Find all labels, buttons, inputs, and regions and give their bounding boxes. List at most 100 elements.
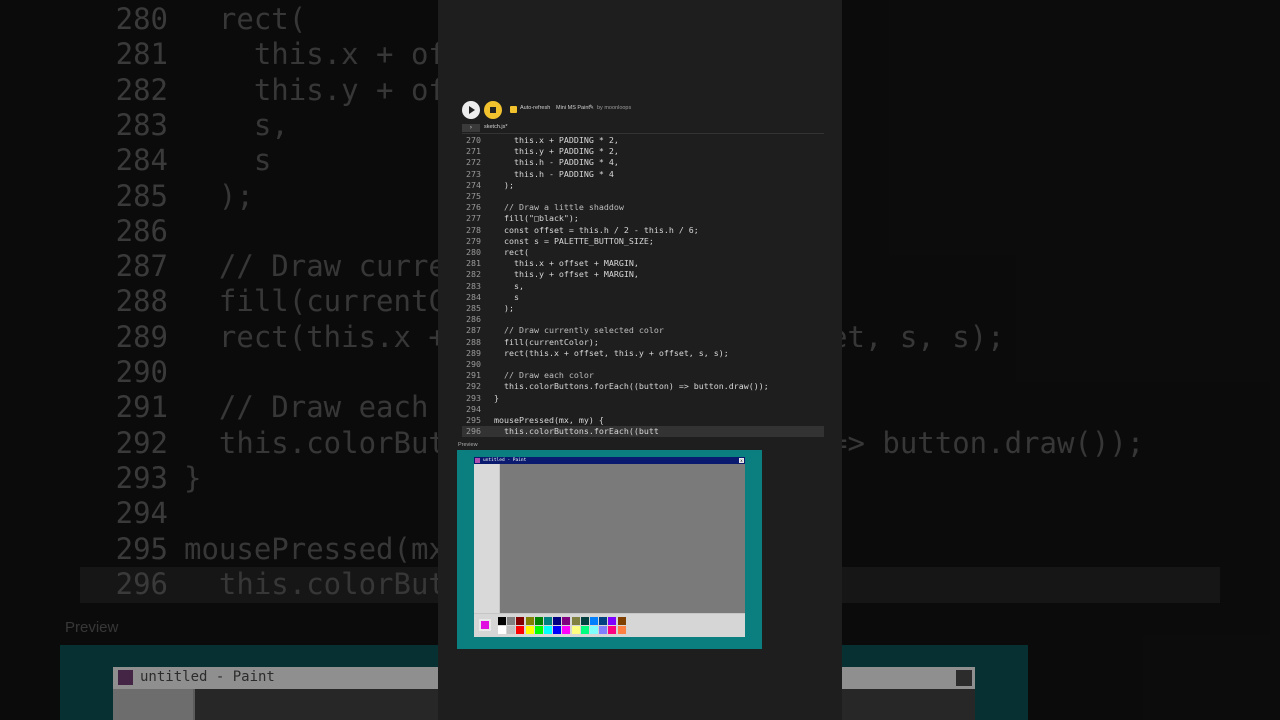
paint-tool-panel[interactable] [474,464,499,613]
paint-canvas[interactable] [500,464,745,613]
preview-canvas[interactable]: untitled - Paint x [457,450,762,649]
line-number: 286 [466,314,481,325]
code-line[interactable]: 270 this.x + PADDING * 2, [462,135,824,146]
line-number: 288 [466,336,481,347]
code-text: this.x + PADDING * 2, [494,135,619,145]
paint-titlebar: untitled - Paint x [474,457,745,464]
code-line[interactable]: 272 this.h - PADDING * 4, [462,157,824,168]
code-line[interactable]: 274 ); [462,180,824,191]
color-swatch[interactable] [599,626,608,634]
code-line[interactable]: 290 [462,359,824,370]
line-number: 280 [466,247,481,257]
line-number: 294 [466,403,481,414]
line-number: 274 [466,179,481,190]
code-text: ); [494,303,514,313]
code-line[interactable]: 281 this.x + offset + MARGIN, [462,258,824,269]
color-swatch[interactable] [534,617,543,625]
code-line[interactable]: 285 ); [462,303,824,314]
code-line[interactable]: 288 fill(currentColor); [462,337,824,348]
code-text: // Draw a little shaddow [494,202,624,213]
line-number: 289 [466,347,481,358]
code-line[interactable]: 293} [462,393,824,404]
code-text: this.colorButtons.forEach((button) => bu… [494,381,769,392]
paint-app-icon [475,458,480,463]
code-line[interactable]: 276 // Draw a little shaddow [462,202,824,213]
color-swatch[interactable] [498,617,506,625]
color-swatch[interactable] [553,626,562,634]
auto-refresh-label: Auto-refresh [520,105,551,111]
color-swatch[interactable] [534,626,543,634]
code-text: this.x + offset + MARGIN, [494,258,639,269]
line-number: 271 [466,146,481,157]
code-line[interactable]: 294 [462,404,824,415]
color-swatch[interactable] [498,626,506,634]
line-number: 277 [466,213,481,224]
code-line[interactable]: 273 this.h - PADDING * 4 [462,169,824,180]
code-line[interactable]: 291 // Draw each color [462,370,824,381]
line-number: 275 [466,191,481,201]
color-swatch[interactable] [562,617,571,625]
color-swatch[interactable] [525,626,534,634]
color-swatch[interactable] [617,626,626,634]
color-swatch[interactable] [599,617,608,625]
color-swatch[interactable] [608,617,617,625]
code-line[interactable]: 275 [462,191,824,202]
line-number: 272 [466,157,481,168]
code-line[interactable]: 277 fill("□black"); [462,213,824,224]
code-line[interactable]: 282 this.y + offset + MARGIN, [462,269,824,280]
color-swatch[interactable] [516,626,525,634]
code-line[interactable]: 296 this.colorButtons.forEach((butt [462,426,824,438]
code-text: const s = PALETTE_BUTTON_SIZE; [494,235,654,246]
code-line[interactable]: 287 // Draw currently selected color [462,325,824,336]
color-swatch[interactable] [590,617,598,625]
code-text: const offset = this.h / 2 - this.h / 6; [494,224,699,235]
color-swatch[interactable] [590,626,598,634]
code-line[interactable]: 289 rect(this.x + offset, this.y + offse… [462,348,824,359]
line-number: 296 [466,426,481,437]
color-swatch[interactable] [580,617,589,625]
color-swatch[interactable] [516,617,525,625]
line-number: 290 [466,359,481,369]
code-line[interactable]: 271 this.y + PADDING * 2, [462,146,824,157]
close-icon[interactable]: x [739,458,744,463]
color-swatch[interactable] [571,626,580,634]
color-swatch[interactable] [507,626,516,634]
pencil-icon[interactable]: ✎ [589,104,594,111]
color-swatch[interactable] [525,617,534,625]
code-text: fill("□black"); [494,213,579,224]
code-line[interactable]: 279 const s = PALETTE_BUTTON_SIZE; [462,236,824,247]
color-swatch[interactable] [571,617,580,625]
color-swatch[interactable] [580,626,589,634]
code-text: // Draw currently selected color [494,325,664,336]
color-swatch[interactable] [544,617,552,625]
code-line[interactable]: 283 s, [462,281,824,292]
color-swatch[interactable] [608,626,617,634]
color-swatch[interactable] [507,617,516,625]
color-swatch[interactable] [617,617,626,625]
sketch-author[interactable]: by moonloops [597,105,631,111]
preview-label: Preview [458,442,478,448]
color-swatch[interactable] [562,626,571,634]
code-editor[interactable]: 270 this.x + PADDING * 2, 271 this.y + PA… [462,135,824,439]
paint-title: untitled - Paint [483,458,527,463]
color-swatch[interactable] [553,617,562,625]
code-line[interactable]: 284 s [462,292,824,303]
play-button[interactable] [462,101,480,119]
auto-refresh-checkbox[interactable] [510,106,517,113]
code-line[interactable]: 292 this.colorButtons.forEach((button) =… [462,381,824,392]
code-text: this.colorButtons.forEach((butt [494,426,659,437]
file-tab-sketch[interactable]: sketch.js* [484,124,508,130]
line-number: 285 [466,303,481,313]
stop-button[interactable] [484,101,502,119]
paint-window: untitled - Paint x [474,457,745,637]
code-line[interactable]: 278 const offset = this.h / 2 - this.h /… [462,225,824,236]
code-text: ); [494,179,514,190]
color-swatch[interactable] [544,626,552,634]
chevron-right-icon[interactable]: › [462,124,480,132]
code-text: this.y + offset + MARGIN, [494,269,639,280]
editor-panel: Auto-refresh Mini MS Paint ✎ by moonloop… [438,0,842,720]
code-line[interactable]: 286 [462,314,824,325]
code-line[interactable]: 280 rect( [462,247,824,258]
code-line[interactable]: 295 mousePressed(mx, my) { [462,415,824,426]
sketch-title[interactable]: Mini MS Paint [556,105,590,111]
